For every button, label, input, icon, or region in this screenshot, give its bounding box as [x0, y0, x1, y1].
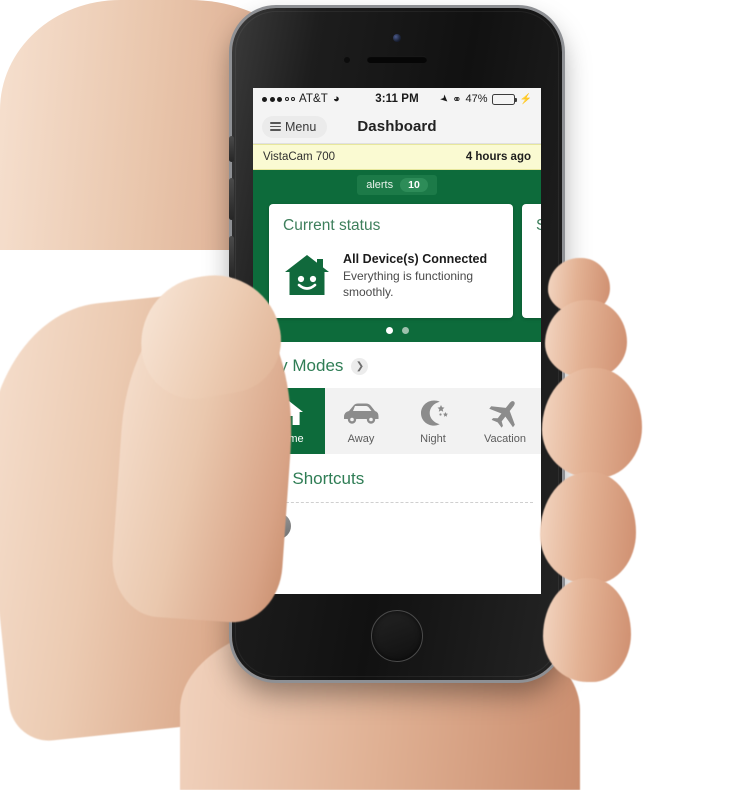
- shortcut-list-item[interactable]: [253, 503, 541, 549]
- next-card-title: S: [536, 217, 541, 235]
- card-subtext: Everything is functioning smoothly.: [343, 269, 474, 299]
- lightning-bolt-icon: ⚡: [519, 93, 532, 105]
- page-dot-1[interactable]: [385, 327, 393, 334]
- finger-5: [543, 578, 631, 682]
- battery-icon: [491, 93, 517, 105]
- card-title: Current status: [283, 217, 381, 234]
- card-text-block: All Device(s) Connected Everything is fu…: [343, 251, 499, 301]
- phone-screen: AT&T ◕ 3:11 PM ➤ ⚭ 47% ⚡ Menu Dashboard …: [253, 88, 541, 594]
- home-button[interactable]: [371, 610, 423, 662]
- alert-device-name: VistaCam 700: [263, 151, 336, 163]
- ios-status-bar: AT&T ◕ 3:11 PM ➤ ⚭ 47% ⚡: [253, 88, 541, 110]
- front-camera: [393, 34, 401, 42]
- modes-row: Home Aw: [253, 388, 541, 454]
- chevron-right-icon[interactable]: ❯: [351, 357, 369, 375]
- alerts-count-badge: 10: [400, 178, 428, 192]
- carousel-cards: Current status All Device(s) Connected E…: [253, 195, 541, 318]
- alert-timestamp: 4 hours ago: [465, 151, 531, 163]
- my-modes-header[interactable]: My Modes ❯: [253, 342, 541, 388]
- earpiece-speaker: [367, 56, 427, 63]
- finger-3: [542, 368, 642, 478]
- mode-label-night: Night: [420, 433, 446, 445]
- carousel-pagination[interactable]: [253, 318, 541, 342]
- mode-item-night[interactable]: Night: [397, 388, 469, 454]
- status-carousel: alerts 10 Current status All Device(s) C…: [253, 170, 541, 342]
- current-status-card[interactable]: Current status All Device(s) Connected E…: [269, 204, 513, 318]
- my-shortcuts-title: My Shortcuts: [265, 469, 365, 488]
- card-body: All Device(s) Connected Everything is fu…: [283, 251, 499, 302]
- finger-2: [545, 300, 627, 378]
- photo-stage: AT&T ◕ 3:11 PM ➤ ⚭ 47% ⚡ Menu Dashboard …: [0, 0, 736, 790]
- mode-label-vacation: Vacation: [484, 433, 526, 445]
- alerts-badge-button[interactable]: alerts 10: [357, 175, 437, 195]
- app-nav-bar: Menu Dashboard: [253, 110, 541, 144]
- battery-percent-label: 47%: [465, 93, 488, 105]
- my-modes-section: My Modes ❯ Home: [253, 342, 541, 454]
- menu-button[interactable]: Menu: [262, 115, 328, 138]
- next-status-card[interactable]: S: [522, 204, 541, 318]
- silent-switch[interactable]: [229, 136, 234, 162]
- mode-label-away: Away: [347, 433, 375, 445]
- finger-4: [540, 472, 636, 584]
- my-shortcuts-section: My Shortcuts: [253, 454, 541, 549]
- iphone-device: AT&T ◕ 3:11 PM ➤ ⚭ 47% ⚡ Menu Dashboard …: [229, 8, 562, 680]
- airplane-icon: [488, 397, 522, 429]
- mode-item-away[interactable]: Away: [325, 388, 397, 454]
- device-alert-strip[interactable]: VistaCam 700 4 hours ago: [253, 144, 541, 170]
- alerts-label: alerts: [366, 179, 394, 191]
- proximity-sensor: [344, 57, 350, 63]
- hamburger-menu-icon: [270, 122, 281, 131]
- volume-up-button[interactable]: [229, 178, 234, 220]
- menu-button-label: Menu: [285, 119, 317, 134]
- location-arrow-icon: ➤: [437, 92, 451, 106]
- bluetooth-icon: ⚭: [452, 93, 462, 106]
- moon-stars-icon: [417, 397, 449, 429]
- status-bar-right: ➤ ⚭ 47% ⚡: [437, 92, 532, 106]
- mode-item-vacation[interactable]: Vacation: [469, 388, 541, 454]
- smiling-house-icon: [283, 253, 331, 302]
- page-dot-2[interactable]: [401, 327, 409, 334]
- car-icon: [342, 397, 380, 429]
- card-heading: All Device(s) Connected: [343, 252, 488, 266]
- volume-down-button[interactable]: [229, 236, 234, 278]
